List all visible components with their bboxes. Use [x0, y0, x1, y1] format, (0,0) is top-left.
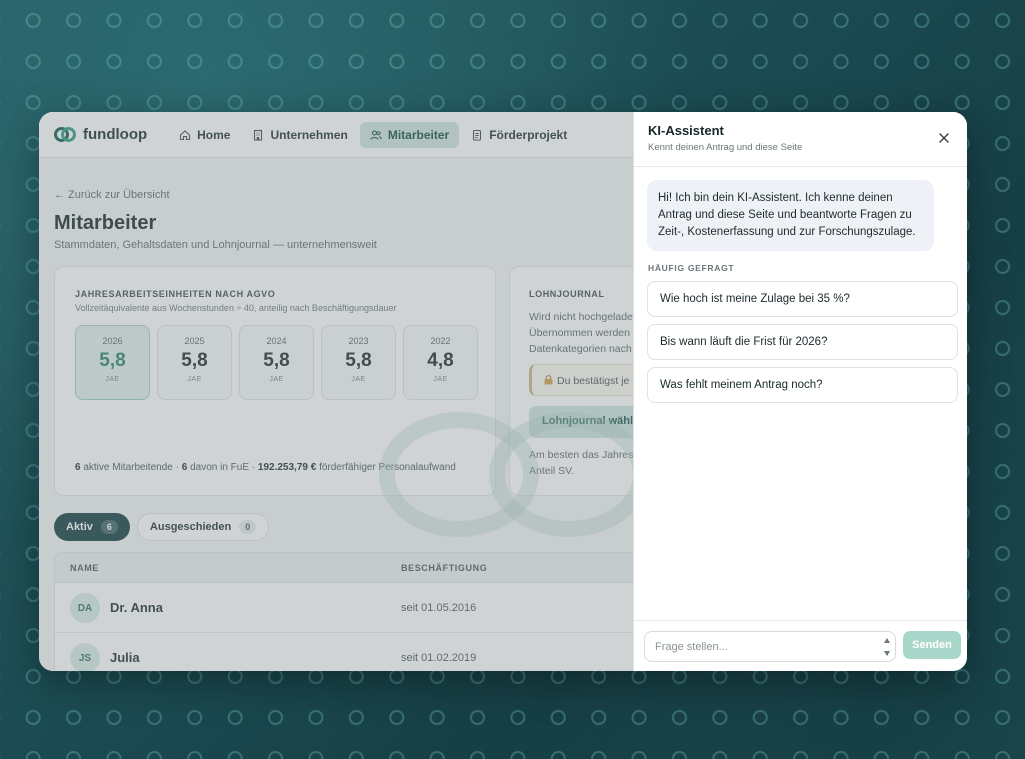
- nav-label: Home: [197, 127, 231, 142]
- year-label: 2025: [184, 336, 205, 346]
- ai-assistant-panel: KI-Assistent Kennt deinen Antrag und die…: [633, 112, 967, 671]
- year-unit: JAE: [433, 376, 448, 383]
- employment-since: seit 01.05.2016: [401, 602, 477, 614]
- year-label: 2022: [430, 336, 451, 346]
- chat-input-bar: Frage stellen... Senden: [634, 620, 967, 671]
- jae-card-label: JAHRESARBEITSEINHEITEN NACH AGVO: [75, 289, 276, 299]
- back-link[interactable]: ← Zurück zur Übersicht: [54, 189, 170, 201]
- table-row[interactable]: JS Julia seit 01.02.2019: [55, 633, 673, 671]
- year-box-2024[interactable]: 2024 5,8 JAE: [239, 325, 314, 400]
- send-button[interactable]: Senden: [903, 631, 961, 659]
- year-value: 4,8: [427, 350, 454, 371]
- tab-aktiv[interactable]: Aktiv 6: [54, 513, 130, 541]
- year-box-2025[interactable]: 2025 5,8 JAE: [157, 325, 232, 400]
- year-unit: JAE: [187, 376, 202, 383]
- fue-count: 6: [181, 462, 188, 473]
- tab-count: 0: [239, 520, 257, 534]
- year-value: 5,8: [345, 350, 372, 371]
- faq-suggestion[interactable]: Wie hoch ist meine Zulage bei 35 %?: [647, 281, 958, 317]
- fue-text: davon in FuE ·: [190, 462, 256, 473]
- nav-item-mitarbeiter[interactable]: Mitarbeiter: [359, 121, 460, 148]
- year-label: 2024: [266, 336, 287, 346]
- year-value: 5,8: [263, 350, 290, 371]
- table-header: NAME BESCHÄFTIGUNG: [55, 553, 673, 583]
- home-icon: [180, 129, 191, 140]
- year-box-2026[interactable]: 2026 5,8 JAE: [75, 325, 150, 400]
- column-header-name[interactable]: NAME: [70, 563, 99, 573]
- lohnjournal-label: LOHNJOURNAL: [529, 289, 605, 299]
- note-text: Du bestätigst je: [557, 375, 630, 387]
- avatar: JS: [70, 643, 100, 671]
- nav-label: Unternehmen: [270, 127, 348, 142]
- nav-item-home[interactable]: Home: [169, 122, 240, 148]
- document-icon: [473, 129, 482, 141]
- year-unit: JAE: [269, 376, 284, 383]
- panel-header: KI-Assistent Kennt deinen Antrag und die…: [634, 112, 967, 167]
- year-box-2022[interactable]: 2022 4,8 JAE: [403, 325, 478, 400]
- active-text: aktive Mitarbeitende ·: [83, 462, 179, 473]
- year-box-2023[interactable]: 2023 5,8 JAE: [321, 325, 396, 400]
- lock-icon: [544, 375, 553, 385]
- nav-label: Mitarbeiter: [387, 127, 450, 142]
- tab-label: Ausgeschieden: [149, 521, 232, 533]
- nav-item-unternehmen[interactable]: Unternehmen: [242, 122, 357, 148]
- tab-label: Aktiv: [66, 521, 93, 533]
- app-window: fundloop Home Unternehmen Mitarbeiter Fö…: [39, 112, 967, 671]
- year-value: 5,8: [99, 350, 126, 371]
- personnel-amount: 192.253,79 €: [257, 462, 317, 473]
- logo-icon: [54, 126, 76, 144]
- employment-since: seit 01.02.2019: [401, 652, 477, 664]
- page-subtitle: Stammdaten, Gehaltsdaten und Lohnjournal…: [54, 239, 377, 251]
- panel-title: KI-Assistent: [648, 123, 724, 138]
- close-icon[interactable]: [937, 131, 951, 145]
- year-label: 2026: [102, 336, 123, 346]
- question-input[interactable]: Frage stellen...: [644, 631, 896, 662]
- page-title: Mitarbeiter: [54, 212, 157, 234]
- employee-table: NAME BESCHÄFTIGUNG DA Dr. Anna seit 01.0…: [54, 552, 674, 671]
- tab-count: 6: [100, 520, 118, 534]
- users-icon: [370, 129, 382, 140]
- nav-item-foerderprojekt[interactable]: Förderprojekt: [461, 122, 577, 148]
- faq-suggestion[interactable]: Bis wann läuft die Frist für 2026?: [647, 324, 958, 360]
- column-header-employment[interactable]: BESCHÄFTIGUNG: [401, 563, 487, 573]
- table-row[interactable]: DA Dr. Anna seit 01.05.2016: [55, 583, 673, 633]
- logo[interactable]: fundloop: [54, 126, 147, 144]
- faq-label: HÄUFIG GEFRAGT: [648, 263, 735, 273]
- building-icon: [254, 129, 263, 141]
- year-unit: JAE: [351, 376, 366, 383]
- avatar: DA: [70, 593, 100, 623]
- assistant-message: Hi! Ich bin dein KI-Assistent. Ich kenne…: [647, 180, 934, 251]
- active-count: 6: [75, 462, 81, 473]
- nav-label: Förderprojekt: [489, 127, 568, 142]
- year-selector: 2026 5,8 JAE 2025 5,8 JAE 2024 5,8 JAE 2…: [75, 325, 478, 400]
- decorative-ring: [489, 412, 649, 537]
- year-label: 2023: [348, 336, 369, 346]
- faq-suggestion[interactable]: Was fehlt meinem Antrag noch?: [647, 367, 958, 403]
- brand-name: fundloop: [83, 126, 148, 143]
- employee-name: Dr. Anna: [110, 600, 163, 615]
- year-value: 5,8: [181, 350, 208, 371]
- year-unit: JAE: [105, 376, 120, 383]
- employee-name: Julia: [110, 650, 140, 665]
- status-tabs: Aktiv 6 Ausgeschieden 0: [54, 513, 270, 541]
- panel-subtitle: Kennt deinen Antrag und diese Seite: [648, 142, 803, 153]
- input-placeholder: Frage stellen...: [655, 641, 728, 653]
- resize-arrows-icon[interactable]: [883, 635, 891, 659]
- jae-card-description: Vollzeitäquivalente aus Wochenstunden ÷ …: [75, 303, 397, 313]
- tab-ausgeschieden[interactable]: Ausgeschieden 0: [136, 513, 270, 541]
